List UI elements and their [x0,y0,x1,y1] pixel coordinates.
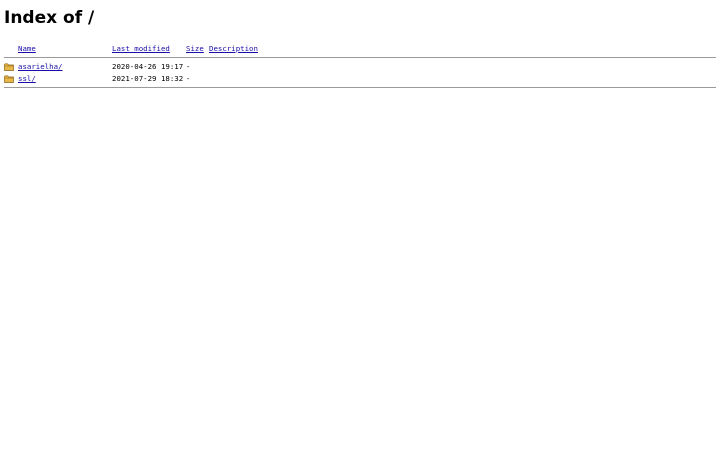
entry-description [209,72,716,84]
header-icon-cell [4,42,18,54]
entry-modified: 2021-07-29 18:32 [112,73,184,83]
folder-icon [4,62,14,71]
directory-listing-page: Index of / Name Last modified Size Descr… [0,0,720,90]
sort-by-last-modified-link[interactable]: Last modified [112,44,170,53]
file-listing-table: Name Last modified Size Description asar… [4,42,716,90]
page-title: Index of / [4,8,95,28]
entry-size: - [186,61,191,71]
footer-separator-row [4,84,716,90]
sort-by-name-link[interactable]: Name [18,44,36,53]
entry-size: - [186,73,191,83]
table-row: ssl/ 2021-07-29 18:32 - [4,72,716,84]
sort-by-description-link[interactable]: Description [209,44,258,53]
table-header-row: Name Last modified Size Description [4,42,716,54]
entry-link-ssl[interactable]: ssl/ [18,74,36,83]
header-name-cell: Name [18,42,112,54]
sort-by-size-link[interactable]: Size [186,44,204,53]
header-size-cell: Size [186,42,209,54]
footer-separator [4,86,716,88]
header-modified-cell: Last modified [112,42,186,54]
entry-link-asarielha[interactable]: asarielha/ [18,62,63,71]
header-description-cell: Description [209,42,716,54]
entry-description [209,60,716,72]
header-separator [4,56,716,58]
entry-modified: 2020-04-26 19:17 [112,61,184,71]
table-row: asarielha/ 2020-04-26 19:17 - [4,60,716,72]
folder-icon [4,74,14,83]
